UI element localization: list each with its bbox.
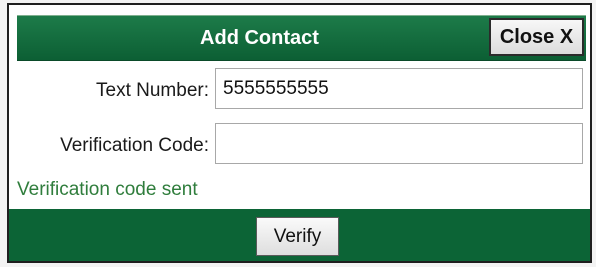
- close-button[interactable]: Close X: [489, 18, 584, 56]
- verify-button[interactable]: Verify: [256, 217, 339, 256]
- verification-status-text: Verification code sent: [17, 179, 198, 200]
- text-number-row: Text Number:: [17, 68, 586, 112]
- dialog-title: Add Contact: [200, 27, 319, 49]
- add-contact-dialog: Add Contact Close X Text Number: Verific…: [7, 3, 592, 263]
- dialog-footer: Verify: [9, 209, 590, 261]
- verification-code-input[interactable]: [215, 123, 583, 164]
- verification-code-row: Verification Code:: [17, 123, 586, 167]
- dialog-header: Add Contact Close X: [17, 15, 586, 61]
- text-number-input[interactable]: [215, 68, 583, 109]
- text-number-label: Text Number:: [96, 80, 209, 101]
- verification-code-label: Verification Code:: [60, 135, 209, 156]
